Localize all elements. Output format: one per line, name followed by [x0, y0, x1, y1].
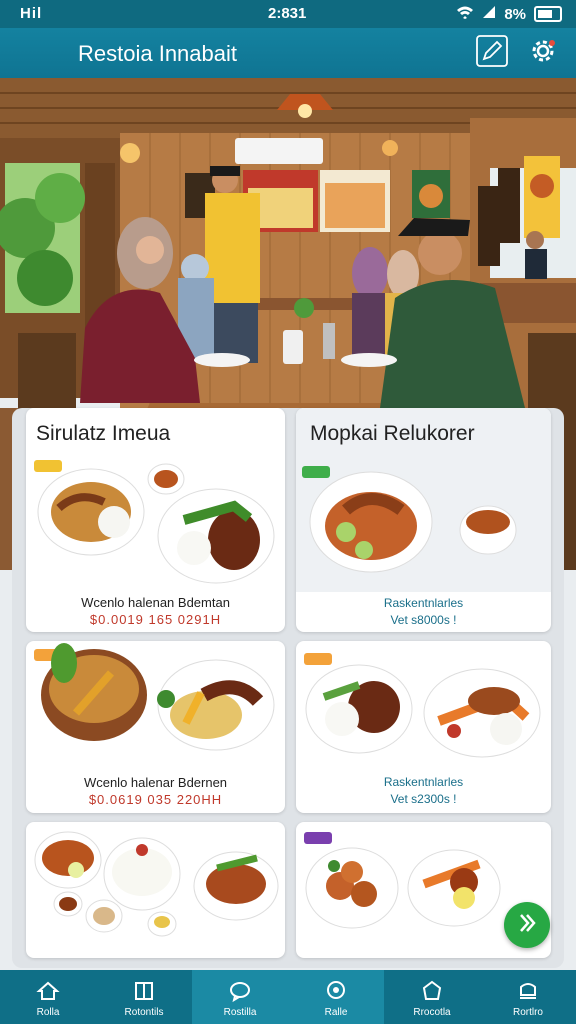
bag-icon	[420, 979, 444, 1006]
next-button[interactable]	[504, 902, 550, 948]
menu-card-sides[interactable]	[26, 822, 285, 958]
food-image	[305, 664, 541, 758]
menu-card-raskentnlarles[interactable]: Raskentnlarles Vet s2300s !	[296, 641, 551, 813]
food-image	[37, 463, 275, 584]
food-image	[34, 831, 279, 937]
nav-label: Rrocotla	[413, 1007, 451, 1018]
settings-button[interactable]	[527, 37, 559, 69]
edit-button[interactable]	[476, 34, 508, 72]
nav-label: Ralle	[324, 1007, 348, 1018]
chevron-right-icon	[514, 910, 540, 941]
card-caption: Wcenlo halenan Bdemtan	[81, 595, 230, 610]
nav-item-bag[interactable]: Rrocotla	[384, 970, 480, 1024]
app-title: Restoia Innabait	[78, 41, 237, 66]
nav-label: Rolla	[36, 1007, 60, 1018]
status-left: Hil	[20, 5, 43, 22]
card-title: Mopkai Relukorer	[310, 422, 475, 445]
search-icon	[324, 979, 348, 1006]
nav-item-chat[interactable]: Rostilla	[192, 970, 288, 1024]
signal-icon	[482, 5, 496, 23]
card-price: $0.0019 165 0291H	[89, 612, 222, 627]
card-caption: Wcenlo halenar Bdernen	[83, 775, 228, 790]
status-time: 2:831	[268, 5, 307, 22]
nav-item-search[interactable]: Ralle	[288, 970, 384, 1024]
nav-item-home[interactable]: Rolla	[0, 970, 96, 1024]
app-bar: Restoia Innabait	[0, 28, 576, 78]
bottom-nav: Rolla Rotontils Rostilla Ralle Rrocotla …	[0, 970, 576, 1024]
card-price: Vet s8000s !	[390, 613, 457, 627]
chat-icon	[228, 979, 252, 1006]
menu-book-icon	[132, 979, 156, 1006]
card-badge	[304, 832, 332, 844]
home-icon	[36, 979, 60, 1006]
nav-item-menu[interactable]: Rotontils	[96, 970, 192, 1024]
battery-icon	[534, 6, 562, 22]
menu-card-wcenlo[interactable]: Wcenlo halenar Bdernen $0.0619 035 220HH	[26, 641, 285, 813]
gear-icon	[528, 36, 558, 71]
status-bar: Hil 2:831 8%	[0, 0, 576, 28]
nav-label: Rotontils	[124, 1007, 164, 1018]
card-price: $0.0619 035 220HH	[88, 792, 223, 807]
card-price: Vet s2300s !	[390, 792, 457, 806]
edit-icon	[476, 34, 508, 72]
nav-item-cart[interactable]: Rortlro	[480, 970, 576, 1024]
card-title: Sirulatz Imeua	[36, 422, 171, 445]
cart-icon	[516, 979, 540, 1006]
status-icons: 8%	[456, 5, 562, 23]
card-caption: Raskentnlarles	[383, 596, 464, 610]
nav-label: Rostilla	[223, 1007, 257, 1018]
wifi-icon	[456, 5, 474, 23]
menu-card-sirulatz[interactable]: Sirulatz Imeua Wcenlo halenan Bdemtan $0…	[26, 408, 285, 632]
food-image	[41, 643, 275, 751]
menu-card-mopkai[interactable]: Mopkai Relukorer Raskentnlarles Vet s800…	[296, 408, 551, 632]
food-image	[309, 471, 517, 573]
card-caption: Raskentnlarles	[383, 775, 464, 789]
battery-percent: 8%	[504, 5, 526, 23]
nav-label: Rortlro	[512, 1007, 543, 1018]
